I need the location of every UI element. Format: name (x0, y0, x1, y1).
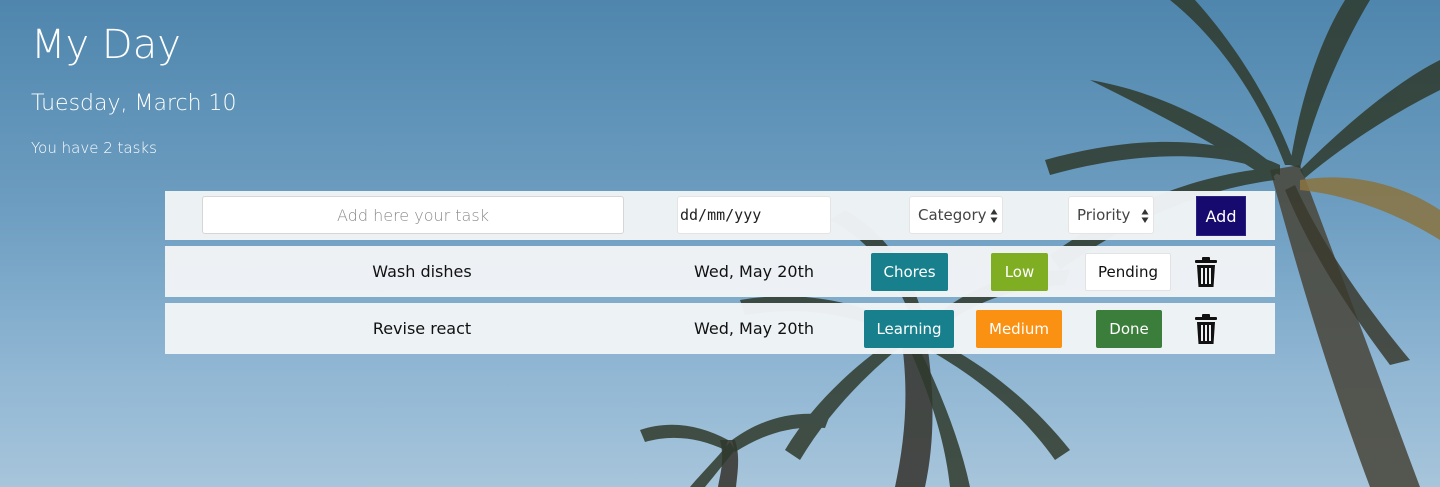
add-task-button[interactable]: Add (1196, 196, 1246, 236)
palm-tree-background (640, 0, 1440, 487)
task-date: Wed, May 20th (694, 319, 814, 338)
task-name-input[interactable] (202, 196, 624, 234)
sort-arrows-icon (1141, 209, 1149, 223)
task-count-text: You have 2 tasks (31, 139, 157, 157)
priority-tag: Low (991, 253, 1048, 291)
task-date-input[interactable]: dd/mm/yyy (677, 196, 831, 234)
task-name: Wash dishes (372, 262, 472, 281)
current-date: Tuesday, March 10 (31, 91, 237, 116)
category-select[interactable]: Category (909, 196, 1003, 234)
priority-select[interactable]: Priority (1068, 196, 1154, 234)
priority-select-label: Priority (1077, 206, 1131, 224)
category-tag: Chores (871, 253, 948, 291)
category-select-label: Category (918, 206, 987, 224)
add-task-form: dd/mm/yyy Category Priority Add (165, 191, 1275, 240)
task-row: Revise react Wed, May 20th Learning Medi… (165, 303, 1275, 354)
task-date: Wed, May 20th (694, 262, 814, 281)
page-header: My Day Tuesday, March 10 You have 2 task… (31, 22, 237, 157)
category-tag: Learning (864, 310, 954, 348)
status-toggle-button[interactable]: Done (1096, 310, 1162, 348)
task-row: Wash dishes Wed, May 20th Chores Low Pen… (165, 246, 1275, 297)
trash-icon[interactable] (1192, 256, 1220, 288)
trash-icon[interactable] (1192, 313, 1220, 345)
priority-tag: Medium (976, 310, 1062, 348)
sort-arrows-icon (990, 209, 998, 223)
status-toggle-button[interactable]: Pending (1085, 253, 1171, 291)
page-title: My Day (31, 22, 181, 68)
task-name: Revise react (372, 319, 472, 338)
